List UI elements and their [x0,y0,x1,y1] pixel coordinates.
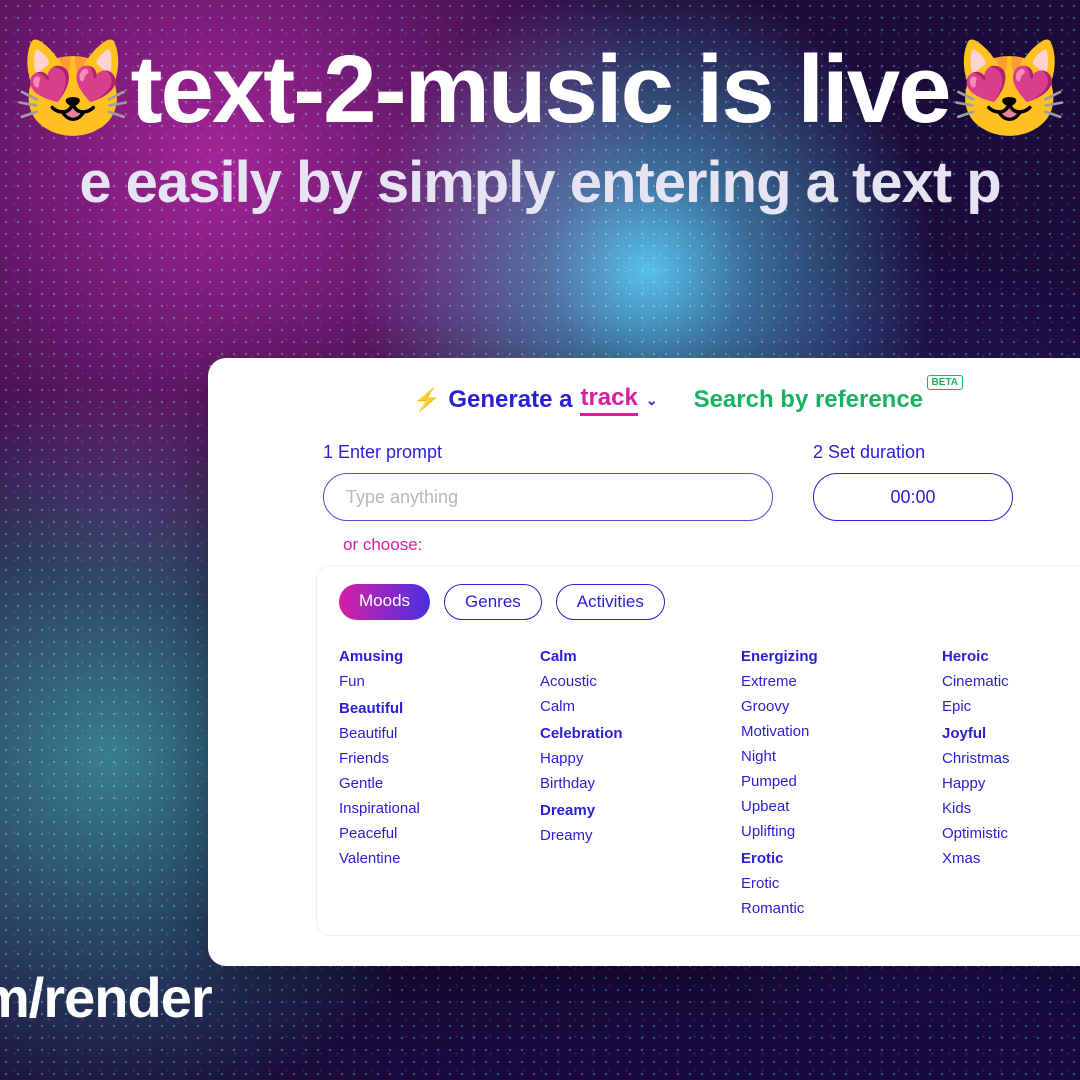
mood-item[interactable]: Romantic [741,900,902,917]
chip-activities[interactable]: Activities [556,584,665,620]
mood-item[interactable]: Peaceful [339,825,500,842]
mood-item[interactable]: Beautiful [339,725,500,742]
mood-columns: Amusing Fun Beautiful Beautiful Friends Gentl… [339,638,1080,925]
mood-item[interactable]: Friends [339,750,500,767]
mood-item[interactable]: Acoustic [540,673,701,690]
bolt-icon: ⚡ [413,387,440,413]
hero-subtitle: e easily by simply entering a text p [0,149,1080,216]
mood-item[interactable]: Cinematic [942,673,1080,690]
mood-item[interactable]: Groovy [741,698,902,715]
hero-title: 😻text-2-music is live😻 [0,40,1080,141]
mood-item[interactable]: Kids [942,800,1080,817]
mood-item[interactable]: Inspirational [339,800,500,817]
mood-group-title[interactable]: Dreamy [540,802,701,819]
duration-input[interactable]: 00:00 [813,473,1013,521]
mood-item[interactable]: Motivation [741,723,902,740]
chevron-down-icon[interactable]: ⌄ [646,392,658,409]
cat-emoji-left: 😻 [13,36,131,143]
mood-item[interactable]: Optimistic [942,825,1080,842]
mood-item[interactable]: Night [741,748,902,765]
mood-item[interactable]: Gentle [339,775,500,792]
mood-group-title[interactable]: Joyful [942,725,1080,742]
mood-item[interactable]: Fun [339,673,500,690]
mood-item[interactable]: Calm [540,698,701,715]
tab-search-reference[interactable]: Search by reference BETA [694,386,923,414]
generate-prefix: Generate a [448,386,572,414]
generate-panel: ⚡ Generate a track ⌄ Search by reference… [208,358,1080,966]
mood-group-title[interactable]: Erotic [741,850,902,867]
mood-group-title[interactable]: Energizing [741,648,902,665]
mood-item[interactable]: Christmas [942,750,1080,767]
mood-item[interactable]: Erotic [741,875,902,892]
mood-item[interactable]: Dreamy [540,827,701,844]
mood-item[interactable]: Xmas [942,850,1080,867]
chip-genres[interactable]: Genres [444,584,542,620]
prompt-input[interactable]: Type anything [323,473,773,521]
mood-group-title[interactable]: Beautiful [339,700,500,717]
beta-badge: BETA [927,375,963,390]
step-row: 1 Enter prompt Type anything 2 Set durat… [228,442,1080,521]
tabs-bar: ⚡ Generate a track ⌄ Search by reference… [228,384,1080,416]
mood-item[interactable]: Pumped [741,773,902,790]
mood-item[interactable]: Birthday [540,775,701,792]
mood-picker: Moods Genres Activities Amusing Fun Beauti… [316,565,1080,936]
generate-track-word[interactable]: track [580,384,637,416]
step-duration-label: 2 Set duration [813,442,1013,463]
footer-url-fragment: m/render [0,965,212,1030]
mood-group-title[interactable]: Calm [540,648,701,665]
mood-group-title[interactable]: Amusing [339,648,500,665]
duration-value: 00:00 [890,487,935,508]
mood-item[interactable]: Uplifting [741,823,902,840]
mood-item[interactable]: Extreme [741,673,902,690]
chip-moods[interactable]: Moods [339,584,430,620]
step-duration: 2 Set duration 00:00 [813,442,1013,521]
mood-group-title[interactable]: Heroic [942,648,1080,665]
cat-emoji-right: 😻 [950,36,1068,143]
step-prompt: 1 Enter prompt Type anything [323,442,773,521]
mood-item[interactable]: Happy [540,750,701,767]
prompt-placeholder: Type anything [346,487,458,508]
tab-generate[interactable]: ⚡ Generate a track ⌄ [413,384,658,416]
mood-group-title[interactable]: Celebration [540,725,701,742]
or-choose-label: or choose: [343,535,1080,555]
filter-row: Moods Genres Activities [339,584,1080,620]
step-prompt-label: 1 Enter prompt [323,442,773,463]
mood-item[interactable]: Epic [942,698,1080,715]
mood-item[interactable]: Upbeat [741,798,902,815]
mood-item[interactable]: Valentine [339,850,500,867]
mood-item[interactable]: Happy [942,775,1080,792]
hero: 😻text-2-music is live😻 e easily by simpl… [0,40,1080,216]
